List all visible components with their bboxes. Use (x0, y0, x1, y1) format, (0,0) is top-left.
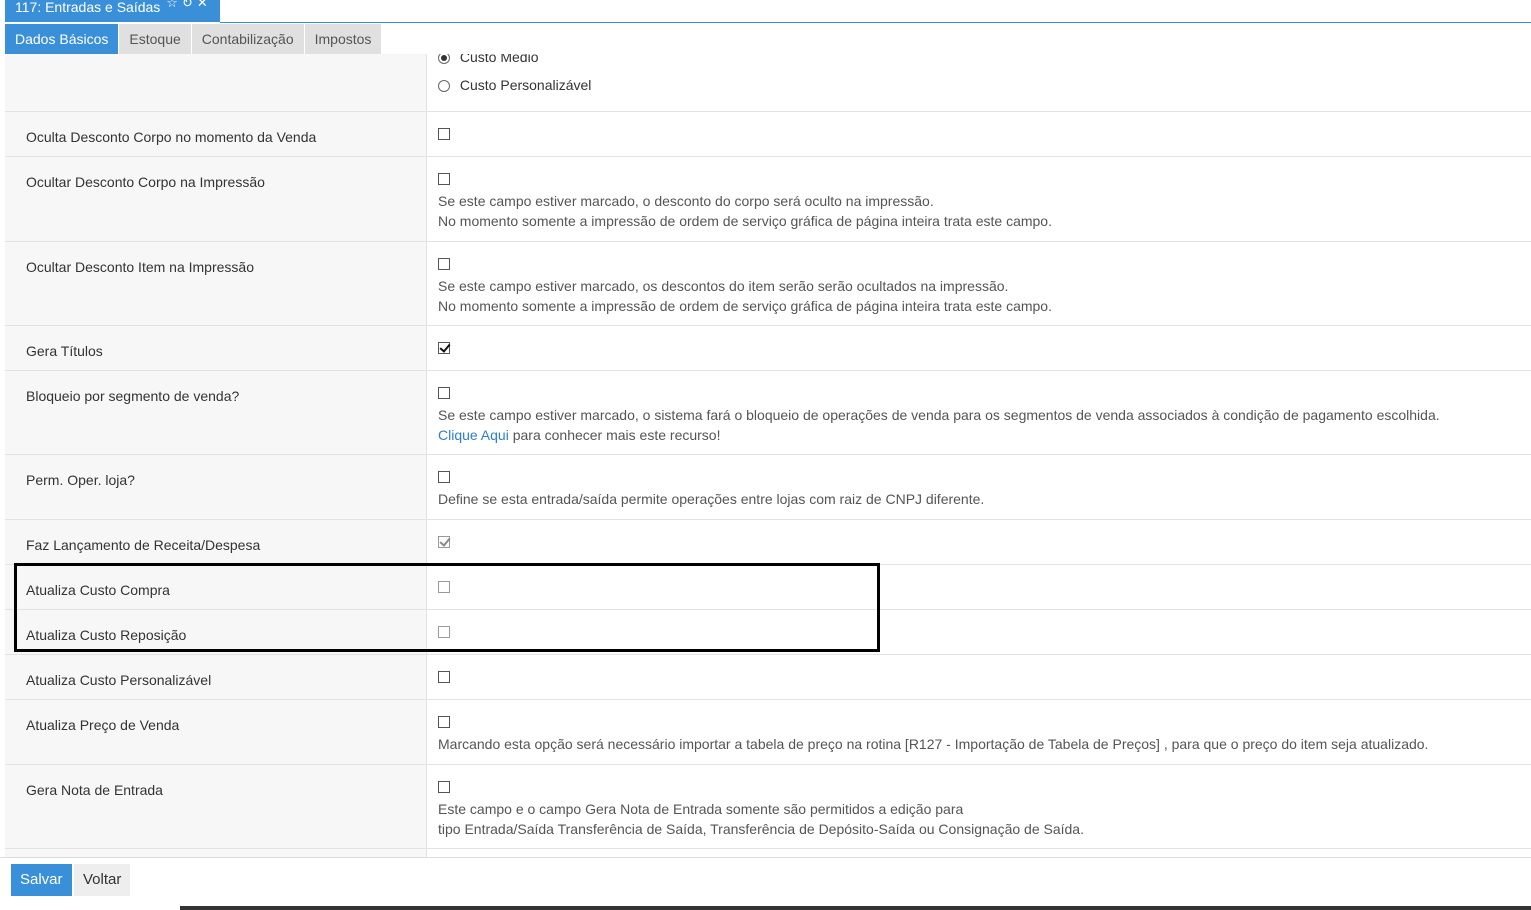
row-label: Atualiza Custo Reposição (5, 610, 427, 654)
row-label: Atualiza Preço de Venda (5, 700, 427, 764)
checkbox-atualiza-custo-compra[interactable] (438, 581, 450, 593)
form-content[interactable]: Custo Médio Custo Personalizável Oculta … (5, 54, 1531, 857)
checkbox-faz-lancamento[interactable] (438, 536, 450, 548)
tab-contabilizacao[interactable]: Contabilização (191, 24, 304, 54)
help-text: Se este campo estiver marcado, o sistema… (438, 407, 1440, 423)
radio-custo-personalizavel[interactable] (438, 80, 450, 93)
help-text-link-line: Clique Aqui para conhecer mais este recu… (438, 425, 1531, 445)
checkbox-oculta-desconto-venda[interactable] (438, 128, 450, 140)
checkbox-ocultar-desconto-item[interactable] (438, 258, 450, 270)
window-title: 117: Entradas e Saídas (15, 0, 161, 15)
radio-custo-medio[interactable] (438, 54, 450, 65)
refresh-icon[interactable]: ↻ (182, 0, 193, 9)
form-row-bloqueio-segmento: Bloqueio por segmento de venda? Se este … (5, 371, 1531, 455)
checkbox-perm-oper-loja[interactable] (438, 471, 450, 483)
form-row-next (5, 849, 1531, 857)
checkbox-atualiza-preco-venda[interactable] (438, 716, 450, 728)
title-underline (220, 22, 1531, 23)
form-footer: Salvar Voltar (0, 857, 1531, 903)
bottom-border (180, 906, 1531, 910)
save-button[interactable]: Salvar (11, 864, 72, 896)
radio-option-custo-medio[interactable]: Custo Médio (438, 54, 539, 65)
row-label: Oculta Desconto Corpo no momento da Vend… (5, 112, 427, 156)
tab-dados-basicos[interactable]: Dados Básicos (5, 24, 119, 54)
radio-label: Custo Médio (459, 54, 539, 65)
row-label: Bloqueio por segmento de venda? (5, 371, 427, 454)
row-label: Faz Lançamento de Receita/Despesa (5, 520, 427, 564)
form-row-ocultar-desconto-corpo: Ocultar Desconto Corpo na Impressão Se e… (5, 157, 1531, 242)
help-text: Marcando esta opção será necessário impo… (438, 736, 1429, 752)
clique-aqui-link[interactable]: Clique Aqui (438, 427, 509, 443)
help-text: No momento somente a impressão de ordem … (438, 213, 1052, 229)
help-text: Este campo e o campo Gera Nota de Entrad… (438, 801, 964, 817)
form-row-atualiza-preco-venda: Atualiza Preço de Venda Marcando esta op… (5, 700, 1531, 765)
help-text: Define se esta entrada/saída permite ope… (438, 491, 985, 507)
radio-label: Custo Personalizável (459, 77, 592, 93)
checkbox-bloqueio-segmento[interactable] (438, 387, 450, 399)
row-label (5, 849, 427, 857)
form-row-atualiza-custo-personalizavel: Atualiza Custo Personalizável (5, 655, 1531, 700)
radio-option-custo-personalizavel[interactable]: Custo Personalizável (438, 77, 592, 93)
form-row-tipo-custo: Custo Médio Custo Personalizável (5, 54, 1531, 112)
row-label: Ocultar Desconto Corpo na Impressão (5, 157, 427, 241)
close-icon[interactable]: ✕ (197, 0, 208, 9)
row-label: Atualiza Custo Compra (5, 565, 427, 609)
form-row-atualiza-custo-reposicao: Atualiza Custo Reposição (5, 610, 1531, 655)
form-row-perm-oper-loja: Perm. Oper. loja? Define se esta entrada… (5, 455, 1531, 520)
form-row-oculta-desconto-venda: Oculta Desconto Corpo no momento da Vend… (5, 112, 1531, 157)
checkbox-gera-nota-entrada[interactable] (438, 781, 450, 793)
row-label (5, 54, 427, 111)
form-row-gera-nota-entrada: Gera Nota de Entrada Este campo e o camp… (5, 765, 1531, 849)
form-row-ocultar-desconto-item: Ocultar Desconto Item na Impressão Se es… (5, 242, 1531, 326)
help-text: para conhecer mais este recurso! (508, 427, 721, 443)
tab-estoque[interactable]: Estoque (119, 24, 191, 54)
row-label: Gera Títulos (5, 326, 427, 370)
help-text: Se este campo estiver marcado, o descont… (438, 193, 934, 209)
back-button[interactable]: Voltar (74, 864, 131, 896)
star-icon[interactable]: ☆ (166, 0, 178, 9)
help-text: No momento somente a impressão de ordem … (438, 298, 1052, 314)
checkbox-ocultar-desconto-corpo[interactable] (438, 173, 450, 185)
form-row-faz-lancamento: Faz Lançamento de Receita/Despesa (5, 520, 1531, 565)
row-label: Perm. Oper. loja? (5, 455, 427, 519)
tab-impostos[interactable]: Impostos (304, 24, 382, 54)
window-title-tab[interactable]: 117: Entradas e Saídas ☆ ↻ ✕ (5, 0, 220, 22)
row-label: Ocultar Desconto Item na Impressão (5, 242, 427, 325)
checkbox-atualiza-custo-personalizavel[interactable] (438, 671, 450, 683)
form-row-gera-titulos: Gera Títulos (5, 326, 1531, 371)
help-text: tipo Entrada/Saída Transferência de Saíd… (438, 821, 1084, 837)
row-label: Atualiza Custo Personalizável (5, 655, 427, 699)
form-row-atualiza-custo-compra: Atualiza Custo Compra (5, 565, 1531, 610)
checkbox-atualiza-custo-reposicao[interactable] (438, 626, 450, 638)
row-label: Gera Nota de Entrada (5, 765, 427, 848)
tab-bar: Dados Básicos Estoque Contabilização Imp… (5, 24, 382, 54)
checkbox-gera-titulos[interactable] (438, 342, 450, 354)
help-text: Se este campo estiver marcado, os descon… (438, 278, 1009, 294)
